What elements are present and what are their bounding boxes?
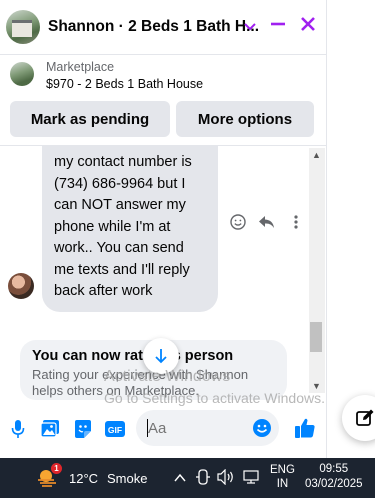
message-actions [229, 213, 305, 231]
speaker-icon[interactable] [217, 468, 235, 488]
minimize-icon[interactable] [270, 16, 286, 37]
device-icon[interactable] [196, 469, 210, 488]
more-options-button[interactable]: More options [176, 101, 314, 137]
message-line: (734) 686-9964 but I [54, 175, 186, 192]
close-icon[interactable] [300, 16, 316, 37]
chevron-down-icon[interactable] [244, 17, 256, 37]
messages-scrollbar[interactable] [309, 148, 325, 393]
sender-avatar[interactable] [8, 273, 34, 299]
chevron-up-icon[interactable] [174, 471, 186, 486]
message-bubble[interactable]: my contact number is (734) 686-9964 but … [42, 146, 218, 312]
message-line: my contact number is [54, 154, 192, 170]
reply-icon[interactable] [258, 213, 276, 231]
windows-taskbar: 1 12°C Smoke ENG IN 09:55 03/02/2025 [0, 458, 375, 498]
sticker-icon[interactable] [72, 418, 94, 440]
react-smiley-icon[interactable] [229, 213, 247, 231]
listing-source: Marketplace [46, 60, 115, 74]
compose-icon [356, 409, 374, 426]
listing-thumbnail [10, 62, 34, 86]
thumbs-up-icon[interactable] [293, 416, 317, 440]
weather-temperature[interactable]: 12°C [69, 471, 98, 486]
header-controls [244, 16, 316, 37]
activate-windows-title: Activate Windows [104, 368, 231, 385]
new-message-button[interactable] [342, 395, 375, 441]
scrollbar-thumb[interactable] [310, 322, 322, 352]
listing-info[interactable]: Marketplace $970 - 2 Beds 1 Bath House [10, 60, 203, 91]
more-vertical-icon[interactable] [287, 213, 305, 231]
language-code: ENG [270, 464, 295, 476]
clock-time: 09:55 [319, 463, 349, 475]
message-line: back after work [54, 283, 153, 299]
scroll-up-arrow-icon[interactable]: ▲ [312, 150, 321, 160]
language-indicator[interactable]: ENG IN [270, 463, 295, 491]
activate-windows-text: Go to Settings to activate Windows. [104, 390, 325, 406]
message-line: me texts and I'll reply [54, 261, 190, 278]
listing-avatar [6, 10, 40, 44]
mark-as-pending-button[interactable]: Mark as pending [10, 101, 170, 137]
message-line: work.. You can send [54, 240, 184, 256]
weather-condition[interactable]: Smoke [107, 471, 147, 486]
listing-title[interactable]: $970 - 2 Beds 1 Bath House [46, 77, 203, 91]
emoji-icon[interactable] [251, 417, 273, 439]
chat-title[interactable]: Shannon · 2 Beds 1 Bath H... [48, 18, 259, 36]
gif-icon[interactable]: GIF [104, 418, 126, 440]
text-caret [147, 419, 148, 437]
network-icon[interactable] [243, 470, 259, 487]
svg-text:GIF: GIF [108, 425, 122, 435]
clock-date: 03/02/2025 [305, 478, 363, 490]
gallery-icon[interactable] [39, 418, 61, 440]
header-divider [0, 54, 327, 55]
message-line: phone while I'm at [54, 218, 171, 235]
microphone-icon[interactable] [7, 418, 29, 440]
input-region: IN [276, 478, 289, 490]
clock[interactable]: 09:55 03/02/2025 [305, 462, 363, 492]
arrow-down-icon [155, 349, 167, 364]
message-line: can NOT answer my [54, 197, 186, 213]
weather-badge: 1 [51, 463, 62, 474]
